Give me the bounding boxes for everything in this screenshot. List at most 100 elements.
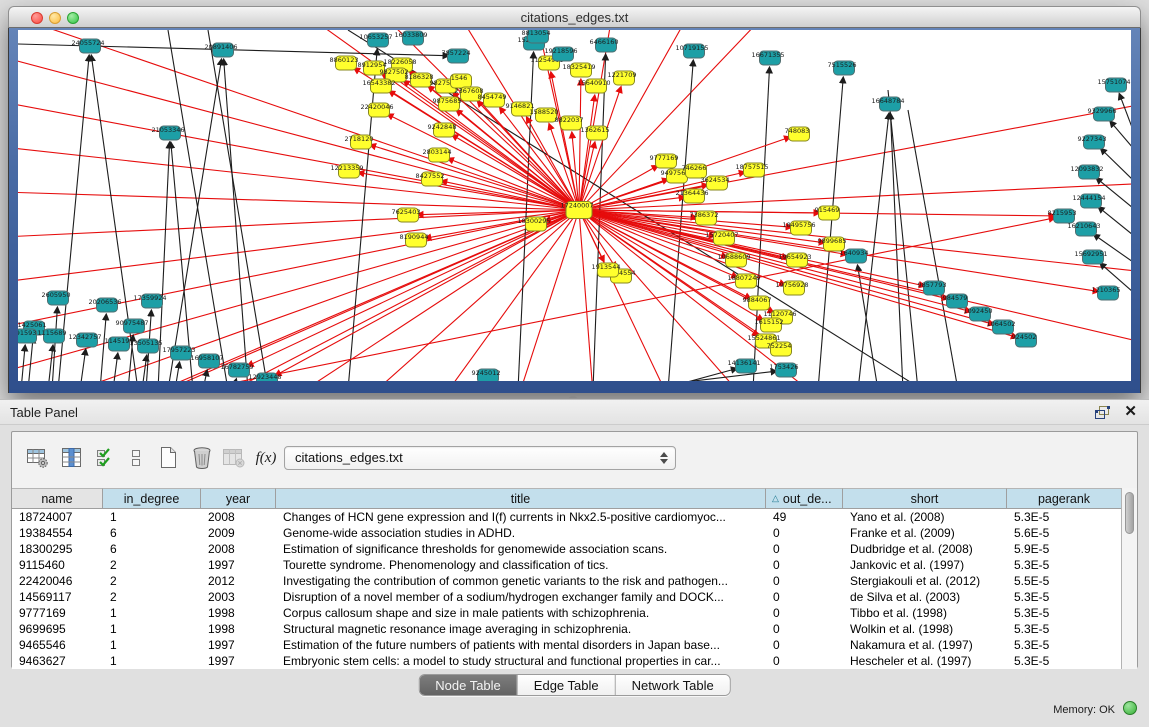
- unselect-all-icon[interactable]: [122, 444, 150, 472]
- tab-network-table[interactable]: Network Table: [615, 675, 730, 695]
- table-cell-pagerank[interactable]: 5.9E-5: [1007, 541, 1122, 557]
- table-cell-year[interactable]: 1998: [201, 621, 276, 637]
- table-row[interactable]: 911546021997Tourette syndrome. Phenomeno…: [12, 557, 1122, 573]
- table-cell-name[interactable]: 14569117: [12, 589, 103, 605]
- table-cell-title[interactable]: Estimation of significance thresholds fo…: [276, 541, 766, 557]
- memory-status-indicator[interactable]: [1123, 701, 1137, 715]
- table-row[interactable]: 1830029562008Estimation of significance …: [12, 541, 1122, 557]
- table-cell-name[interactable]: 22420046: [12, 573, 103, 589]
- table-cell-in_degree[interactable]: 2: [103, 573, 201, 589]
- table-cell-name[interactable]: 19384554: [12, 525, 103, 541]
- table-row[interactable]: 977716911998Corpus callosum shape and si…: [12, 605, 1122, 621]
- table-cell-out_degree[interactable]: 0: [766, 525, 843, 541]
- table-row[interactable]: 1938455462009Genome-wide association stu…: [12, 525, 1122, 541]
- new-table-icon[interactable]: [154, 444, 182, 472]
- table-cell-year[interactable]: 1998: [201, 605, 276, 621]
- delete-table-icon[interactable]: [188, 444, 216, 472]
- column-header-year[interactable]: year: [201, 488, 276, 509]
- table-cell-out_degree[interactable]: 0: [766, 589, 843, 605]
- table-cell-in_degree[interactable]: 1: [103, 509, 201, 525]
- table-cell-in_degree[interactable]: 6: [103, 541, 201, 557]
- table-cell-short[interactable]: Hescheler et al. (1997): [843, 653, 1007, 669]
- table-cell-pagerank[interactable]: 5.3E-5: [1007, 653, 1122, 669]
- table-row[interactable]: 969969511998Structural magnetic resonanc…: [12, 621, 1122, 637]
- table-cell-title[interactable]: Investigating the contribution of common…: [276, 573, 766, 589]
- table-cell-name[interactable]: 9777169: [12, 605, 103, 621]
- table-cell-pagerank[interactable]: 5.3E-5: [1007, 557, 1122, 573]
- table-cell-name[interactable]: 18724007: [12, 509, 103, 525]
- table-cell-in_degree[interactable]: 1: [103, 653, 201, 669]
- table-cell-in_degree[interactable]: 1: [103, 637, 201, 653]
- scrollbar-thumb[interactable]: [1125, 492, 1134, 534]
- table-cell-short[interactable]: Jankovic et al. (1997): [843, 557, 1007, 573]
- table-cell-title[interactable]: Estimation of the future numbers of pati…: [276, 637, 766, 653]
- show-column-icon[interactable]: [58, 444, 86, 472]
- table-cell-out_degree[interactable]: 49: [766, 509, 843, 525]
- table-cell-in_degree[interactable]: 2: [103, 557, 201, 573]
- table-cell-out_degree[interactable]: 0: [766, 605, 843, 621]
- table-cell-title[interactable]: Tourette syndrome. Phenomenology and cla…: [276, 557, 766, 573]
- table-cell-short[interactable]: Franke et al. (2009): [843, 525, 1007, 541]
- column-header-pagerank[interactable]: pagerank: [1007, 488, 1122, 509]
- table-cell-out_degree[interactable]: 0: [766, 653, 843, 669]
- table-cell-title[interactable]: Disruption of a novel member of a sodium…: [276, 589, 766, 605]
- table-cell-name[interactable]: 9699695: [12, 621, 103, 637]
- table-cell-in_degree[interactable]: 2: [103, 589, 201, 605]
- table-cell-short[interactable]: de Silva et al. (2003): [843, 589, 1007, 605]
- table-cell-out_degree[interactable]: 0: [766, 637, 843, 653]
- table-cell-pagerank[interactable]: 5.3E-5: [1007, 637, 1122, 653]
- table-settings-icon[interactable]: [24, 444, 52, 472]
- column-header-title[interactable]: title: [276, 488, 766, 509]
- table-cell-out_degree[interactable]: 0: [766, 541, 843, 557]
- close-window-button[interactable]: [31, 12, 43, 24]
- table-cell-short[interactable]: Tibbo et al. (1998): [843, 605, 1007, 621]
- table-cell-short[interactable]: Stergiakouli et al. (2012): [843, 573, 1007, 589]
- minimize-window-button[interactable]: [49, 12, 61, 24]
- table-cell-out_degree[interactable]: 0: [766, 573, 843, 589]
- table-row[interactable]: 1872400712008Changes of HCN gene express…: [12, 509, 1122, 525]
- table-cell-in_degree[interactable]: 1: [103, 605, 201, 621]
- table-cell-year[interactable]: 2008: [201, 509, 276, 525]
- table-cell-title[interactable]: Corpus callosum shape and size in male p…: [276, 605, 766, 621]
- table-cell-pagerank[interactable]: 5.3E-5: [1007, 509, 1122, 525]
- table-cell-title[interactable]: Embryonic stem cells: a model to study s…: [276, 653, 766, 669]
- table-cell-short[interactable]: Wolkin et al. (1998): [843, 621, 1007, 637]
- table-cell-in_degree[interactable]: 6: [103, 525, 201, 541]
- select-all-icon[interactable]: [92, 444, 120, 472]
- table-cell-name[interactable]: 9115460: [12, 557, 103, 573]
- table-cell-short[interactable]: Dudbridge et al. (2008): [843, 541, 1007, 557]
- table-cell-name[interactable]: 18300295: [12, 541, 103, 557]
- table-cell-short[interactable]: Nakamura et al. (1997): [843, 637, 1007, 653]
- table-cell-year[interactable]: 2003: [201, 589, 276, 605]
- column-header-in_degree[interactable]: in_degree: [103, 488, 201, 509]
- table-cell-year[interactable]: 2008: [201, 541, 276, 557]
- zoom-window-button[interactable]: [67, 12, 79, 24]
- table-select-dropdown[interactable]: citations_edges.txt: [284, 446, 676, 470]
- float-window-icon[interactable]: [1095, 406, 1110, 419]
- import-table-icon[interactable]: [220, 444, 248, 472]
- table-cell-out_degree[interactable]: 0: [766, 557, 843, 573]
- table-cell-title[interactable]: Genome-wide association studies in ADHD.: [276, 525, 766, 541]
- table-cell-in_degree[interactable]: 1: [103, 621, 201, 637]
- network-window-titlebar[interactable]: citations_edges.txt: [8, 6, 1141, 28]
- table-cell-year[interactable]: 2012: [201, 573, 276, 589]
- column-header-out_degree[interactable]: △out_de...: [766, 488, 843, 509]
- table-cell-pagerank[interactable]: 5.6E-5: [1007, 525, 1122, 541]
- table-row[interactable]: 946554611997Estimation of the future num…: [12, 637, 1122, 653]
- table-cell-pagerank[interactable]: 5.3E-5: [1007, 589, 1122, 605]
- table-cell-short[interactable]: Yano et al. (2008): [843, 509, 1007, 525]
- table-cell-pagerank[interactable]: 5.5E-5: [1007, 573, 1122, 589]
- table-vertical-scrollbar[interactable]: [1121, 488, 1137, 669]
- table-cell-title[interactable]: Structural magnetic resonance image aver…: [276, 621, 766, 637]
- table-row[interactable]: 2242004622012Investigating the contribut…: [12, 573, 1122, 589]
- tab-edge-table[interactable]: Edge Table: [517, 675, 615, 695]
- column-header-name[interactable]: name: [12, 488, 103, 509]
- tab-node-table[interactable]: Node Table: [419, 675, 517, 695]
- table-cell-out_degree[interactable]: 0: [766, 621, 843, 637]
- table-cell-year[interactable]: 1997: [201, 653, 276, 669]
- table-row[interactable]: 1456911722003Disruption of a novel membe…: [12, 589, 1122, 605]
- column-header-short[interactable]: short: [843, 488, 1007, 509]
- table-cell-year[interactable]: 2009: [201, 525, 276, 541]
- table-cell-year[interactable]: 1997: [201, 557, 276, 573]
- network-canvas[interactable]: 1724000788601238912954182260589827502165…: [18, 30, 1131, 381]
